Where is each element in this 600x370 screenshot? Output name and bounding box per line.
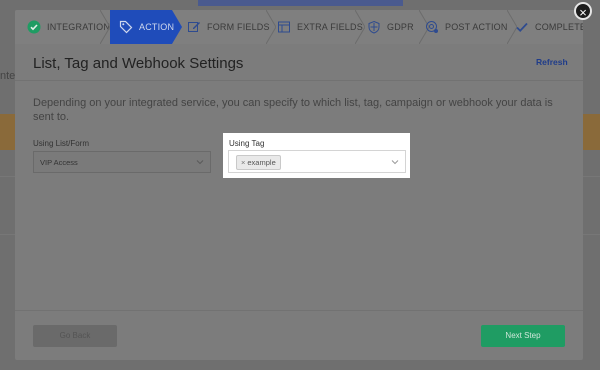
step-post-action[interactable]: Post Action [425,10,508,44]
step-separator [355,10,365,44]
check-circle-icon [27,20,41,34]
step-label: Post Action [445,22,508,32]
step-action[interactable]: Action [119,10,174,44]
step-complete[interactable]: Complete [515,10,583,44]
step-label: GDPR [387,22,414,32]
wizard-stepper: Integration Action Form Fields Extra Fie… [15,10,583,44]
tag-select[interactable]: × example [228,150,406,173]
chevron-down-icon [391,160,399,165]
settings-icon [425,20,439,34]
list-field-label: Using List/Form [33,139,90,148]
description-text: Depending on your integrated service, yo… [33,97,553,123]
background-topbar [198,0,403,6]
step-separator [100,10,110,44]
tag-chip: × example [236,155,281,170]
step-gdpr[interactable]: GDPR [367,10,414,44]
background-partial-text: nte [0,70,16,82]
tag-chip-label: example [247,158,276,167]
remove-tag-button[interactable]: × [241,158,245,167]
step-integration[interactable]: Integration [27,10,110,44]
go-back-button[interactable]: Go Back [33,325,117,347]
table-icon [277,20,291,34]
modal-title: List, Tag and Webhook Settings [33,55,244,72]
check-icon [515,20,529,34]
next-step-button[interactable]: Next Step [481,325,565,347]
tag-field-label: Using Tag [229,139,265,148]
chevron-down-icon [196,160,204,165]
close-icon: × [579,5,587,20]
edit-icon [187,20,201,34]
step-form-fields[interactable]: Form Fields [187,10,270,44]
step-label: Form Fields [207,22,270,32]
step-separator [266,10,276,44]
close-button[interactable]: × [574,2,592,20]
shield-icon [367,20,381,34]
step-label: Action [139,22,175,32]
step-extra-fields[interactable]: Extra Fields [277,10,363,44]
refresh-link[interactable]: Refresh [536,57,568,67]
list-select[interactable]: VIP Access [33,151,211,173]
list-select-value: VIP Access [40,158,78,167]
step-label: Extra Fields [297,22,363,32]
modal-footer-divider [15,310,583,311]
tag-icon [119,20,133,34]
settings-modal: Integration Action Form Fields Extra Fie… [15,10,583,360]
step-label: Complete [535,22,583,32]
